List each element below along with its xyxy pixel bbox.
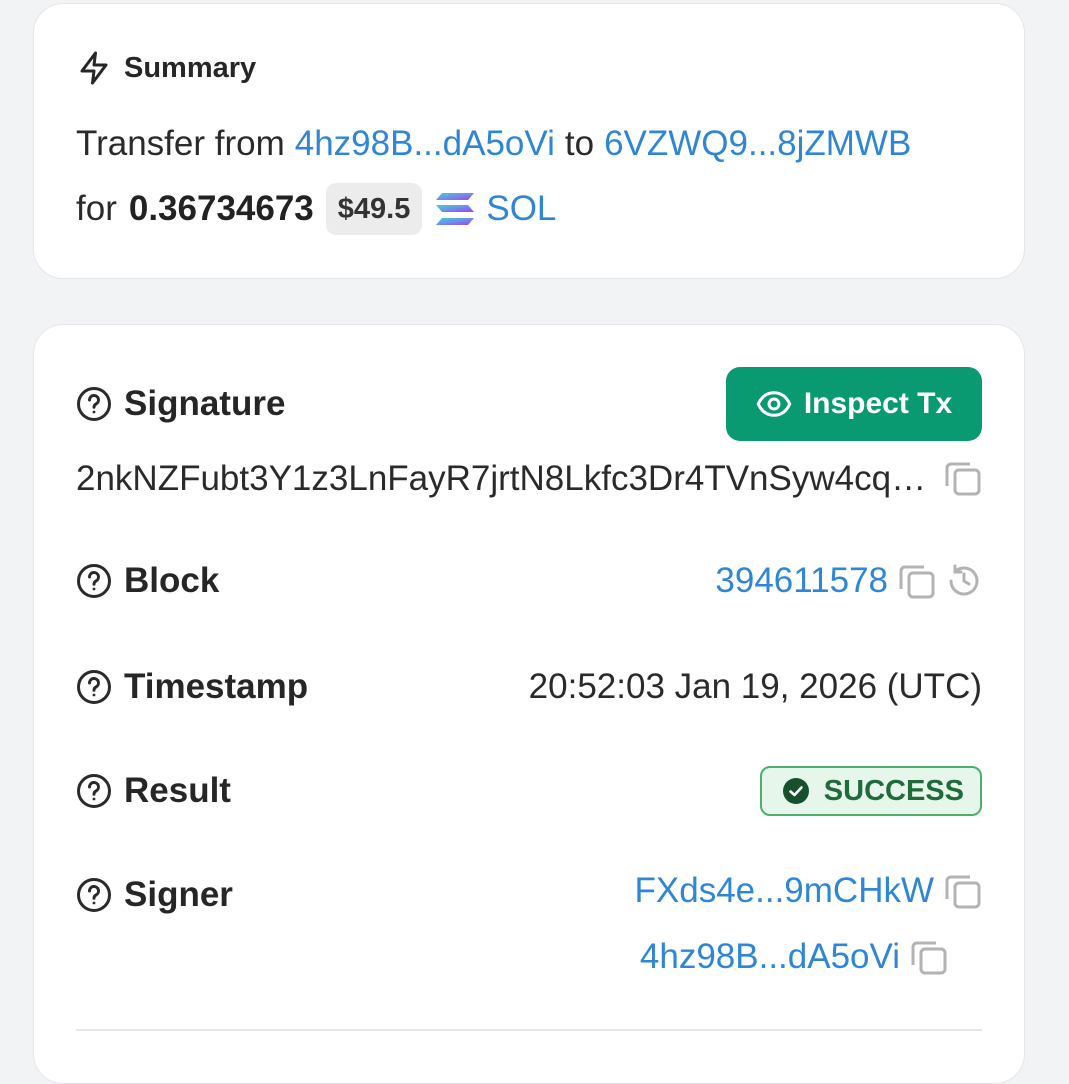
summary-amount-line: for 0.36734673 $49.5 SOL (76, 182, 556, 236)
timestamp-label: Timestamp (124, 667, 309, 706)
summary-header: Summary (76, 48, 256, 88)
to-word: to (564, 124, 595, 163)
usd-value-badge: $49.5 (325, 183, 423, 235)
result-value-group: SUCCESS (759, 765, 982, 817)
to-address-link[interactable]: 6VZWQ9...8jZMWB (604, 124, 911, 164)
history-icon[interactable] (946, 563, 982, 599)
help-icon[interactable] (76, 386, 112, 422)
signer-row: Signer FXds4e...9mCHkW 4hz98B...dA5oVi (76, 865, 982, 995)
result-label-group: Result (76, 766, 231, 816)
copy-icon[interactable] (898, 562, 936, 600)
signer-label: Signer (124, 875, 233, 914)
timestamp-row: Timestamp 20:52:03 Jan 19, 2026 (UTC) (76, 659, 982, 715)
block-label-group: Block (76, 556, 219, 606)
summary-title: Summary (124, 51, 257, 84)
signer-address-link[interactable]: FXds4e...9mCHkW (635, 871, 935, 911)
copy-icon[interactable] (944, 872, 982, 910)
copy-icon[interactable] (944, 459, 982, 497)
eye-icon (756, 386, 792, 422)
signer-value-group-2: 4hz98B...dA5oVi (640, 931, 948, 983)
result-row: Result SUCCESS (76, 763, 982, 819)
block-value-group: 394611578 (715, 556, 982, 606)
signer-value-group-1: FXds4e...9mCHkW (635, 865, 983, 917)
check-circle-icon (782, 777, 810, 805)
summary-card: Summary Transfer from 4hz98B...dA5oVi to… (33, 3, 1025, 279)
solana-logo-icon (434, 191, 476, 227)
transaction-details-card: Signature Inspect Tx 2nkNZFubt3Y1z3LnFay… (33, 324, 1025, 1084)
lightning-icon (76, 50, 112, 86)
signature-row: Signature Inspect Tx 2nkNZFubt3Y1z3LnFay… (76, 325, 982, 525)
for-word: for (76, 189, 117, 228)
from-address-link[interactable]: 4hz98B...dA5oVi (295, 124, 555, 164)
transfer-amount: 0.36734673 (128, 189, 314, 228)
inspect-tx-button[interactable]: Inspect Tx (726, 367, 982, 441)
timestamp-value: 20:52:03 Jan 19, 2026 (UTC) (528, 667, 982, 706)
timestamp-value-group: 20:52:03 Jan 19, 2026 (UTC) (529, 662, 982, 712)
signer-label-group: Signer (76, 870, 233, 920)
status-badge: SUCCESS (759, 766, 982, 816)
status-text: SUCCESS (823, 774, 964, 807)
block-number-link[interactable]: 394611578 (715, 561, 888, 601)
block-row: Block 394611578 (76, 553, 982, 609)
block-label: Block (124, 561, 220, 600)
transfer-prefix: Transfer from (76, 124, 285, 163)
summary-transfer-line: Transfer from 4hz98B...dA5oVi to 6VZWQ9.… (76, 118, 911, 170)
help-icon[interactable] (76, 563, 112, 599)
help-icon[interactable] (76, 877, 112, 913)
timestamp-label-group: Timestamp (76, 662, 308, 712)
copy-icon[interactable] (910, 938, 948, 976)
signer-address-link[interactable]: 4hz98B...dA5oVi (640, 937, 900, 977)
token-symbol-link[interactable]: SOL (486, 189, 556, 229)
result-label: Result (124, 771, 231, 810)
signature-label-group: Signature (76, 379, 285, 429)
section-divider (76, 1029, 982, 1031)
help-icon[interactable] (76, 773, 112, 809)
signature-label: Signature (124, 384, 286, 423)
help-icon[interactable] (76, 669, 112, 705)
inspect-tx-label: Inspect Tx (803, 387, 953, 420)
signature-value: 2nkNZFubt3Y1z3LnFayR7jrtN8Lkfc3Dr4TVnSyw… (76, 459, 928, 498)
